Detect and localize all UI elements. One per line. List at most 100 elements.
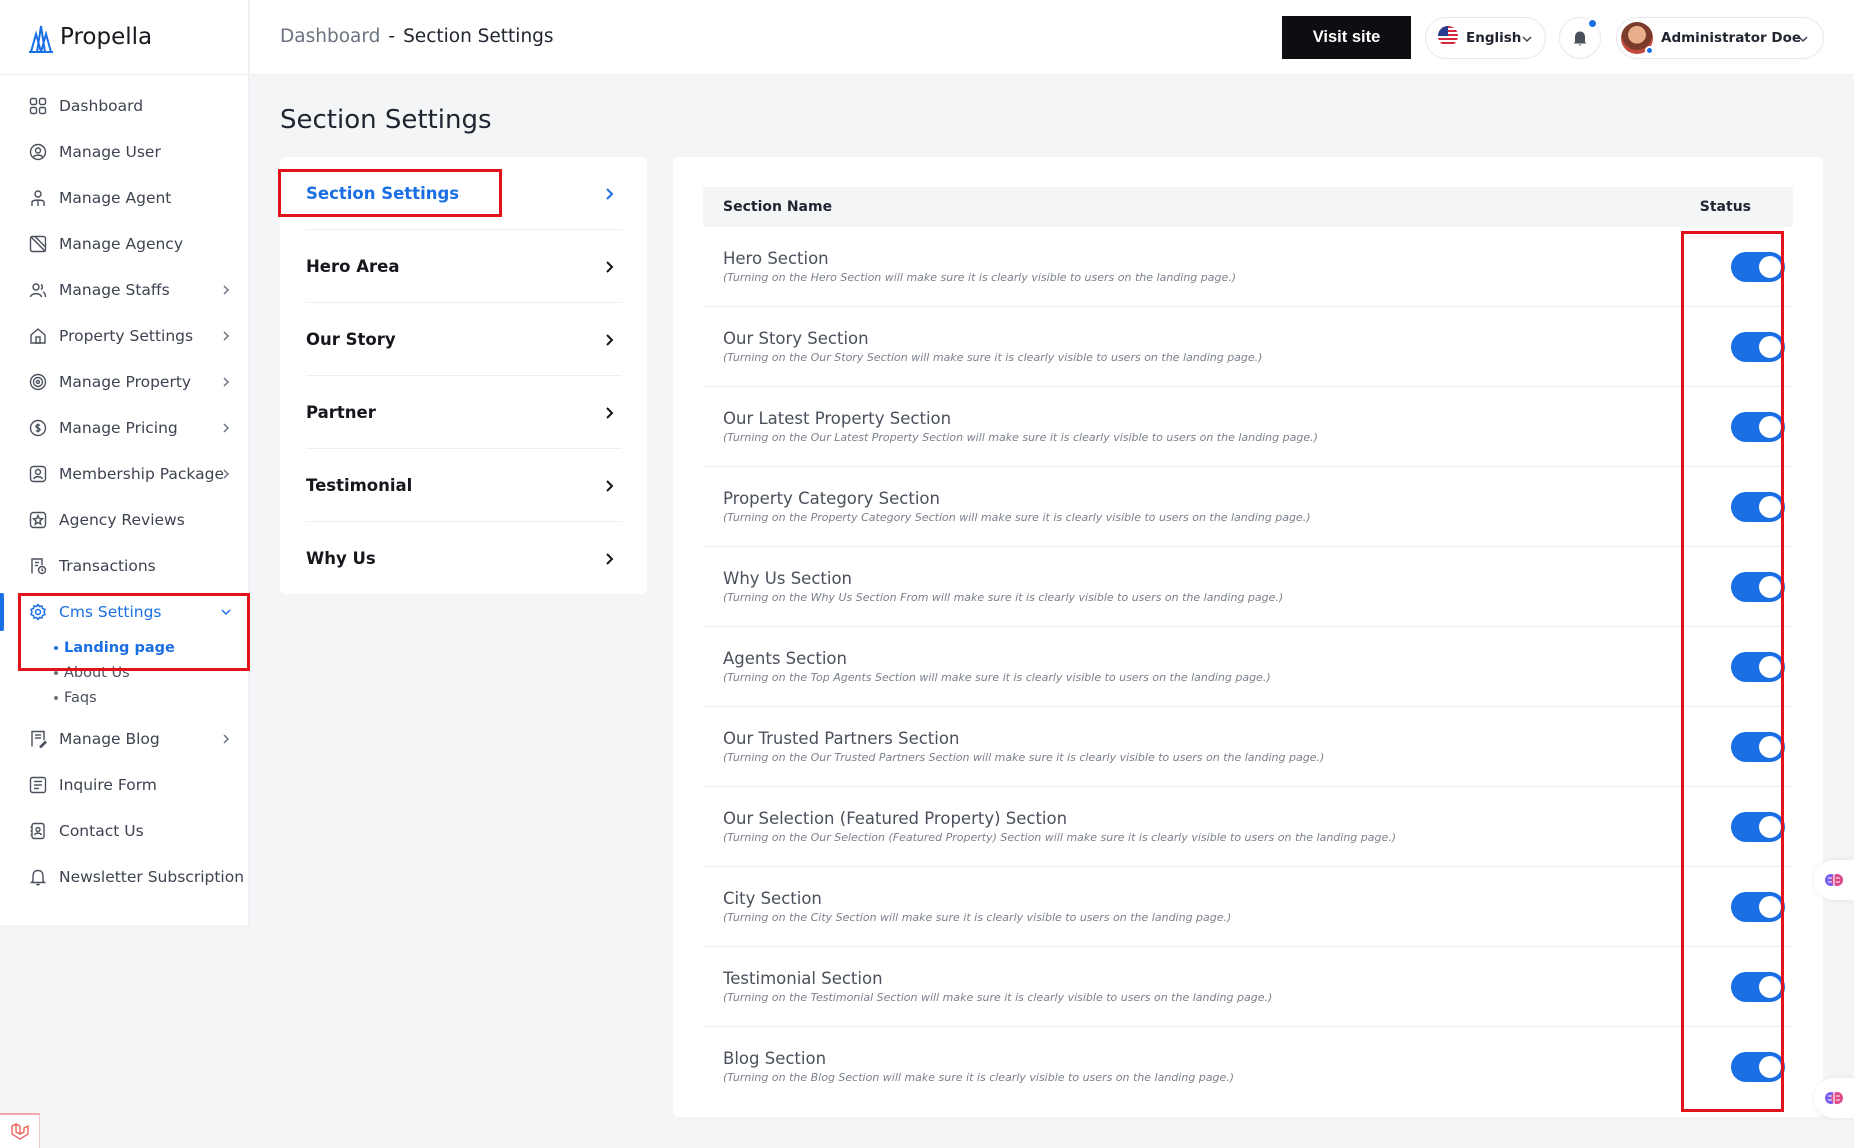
agent-icon <box>28 188 48 208</box>
sidebar-item-inquire-form[interactable]: Inquire Form <box>0 762 248 808</box>
chevron-right-icon <box>223 469 230 479</box>
section-description: (Turning on the Property Category Sectio… <box>723 511 1311 524</box>
status-toggle[interactable] <box>1731 732 1785 762</box>
laravel-icon <box>10 1122 29 1140</box>
staff-icon <box>28 280 48 300</box>
table-row: Agents Section (Turning on the Top Agent… <box>703 627 1793 707</box>
sidebar-item-label: Contact Us <box>59 822 144 840</box>
page-title: Section Settings <box>280 105 492 135</box>
sidebar-item-transactions[interactable]: Transactions <box>0 543 248 589</box>
status-toggle[interactable] <box>1731 1052 1785 1082</box>
tab-testimonial[interactable]: Testimonial <box>306 449 622 522</box>
breadcrumb-root[interactable]: Dashboard <box>280 26 380 47</box>
bullet-icon <box>54 670 58 675</box>
tab-our-story[interactable]: Our Story <box>306 303 622 376</box>
section-description: (Turning on the City Section will make s… <box>723 911 1232 924</box>
status-toggle[interactable] <box>1731 892 1785 922</box>
status-toggle[interactable] <box>1731 492 1785 522</box>
section-description: (Turning on the Our Story Section will m… <box>723 351 1263 364</box>
property-icon <box>28 372 48 392</box>
ai-assistant-button-secondary[interactable] <box>1814 1078 1854 1118</box>
brand[interactable]: Propella <box>0 0 248 75</box>
sidebar-item-manage-agent[interactable]: Manage Agent <box>0 175 248 221</box>
status-toggle[interactable] <box>1731 812 1785 842</box>
sidebar-item-property-settings[interactable]: Property Settings <box>0 313 248 359</box>
sidebar-item-manage-pricing[interactable]: Manage Pricing <box>0 405 248 451</box>
table-row: Property Category Section (Turning on th… <box>703 467 1793 547</box>
submenu-item-faqs[interactable]: Faqs <box>54 685 248 710</box>
sidebar-item-label: Inquire Form <box>59 776 157 794</box>
section-description: (Turning on the Blog Section will make s… <box>723 1071 1235 1084</box>
brand-name: Propella <box>60 24 153 50</box>
receipt-icon <box>28 556 48 576</box>
chevron-right-icon <box>606 480 614 492</box>
section-name: Our Selection (Featured Property) Sectio… <box>723 809 1068 828</box>
sidebar-item-manage-user[interactable]: Manage User <box>0 129 248 175</box>
form-icon <box>28 775 48 795</box>
language-selector[interactable]: English <box>1425 17 1546 59</box>
sidebar-item-manage-agency[interactable]: Manage Agency <box>0 221 248 267</box>
avatar <box>1621 22 1654 55</box>
section-name: Property Category Section <box>723 489 940 508</box>
tab-partner[interactable]: Partner <box>306 376 622 449</box>
chevron-right-icon <box>606 261 614 273</box>
star-icon <box>28 510 48 530</box>
sidebar-item-label: Manage Property <box>59 373 192 391</box>
sidebar-item-manage-staffs[interactable]: Manage Staffs <box>0 267 248 313</box>
section-description: (Turning on the Our Selection (Featured … <box>723 831 1397 844</box>
sidebar-item-dashboard[interactable]: Dashboard <box>0 83 248 129</box>
sidebar-item-cms-settings[interactable]: Cms Settings <box>0 589 248 635</box>
visit-site-button[interactable]: Visit site <box>1282 16 1411 59</box>
chevron-down-icon <box>1798 36 1808 43</box>
status-toggle[interactable] <box>1731 252 1785 282</box>
sidebar-item-agency-reviews[interactable]: Agency Reviews <box>0 497 248 543</box>
section-name: Blog Section <box>723 1049 827 1068</box>
table-row: Our Story Section (Turning on the Our St… <box>703 307 1793 387</box>
chevron-right-icon <box>223 377 230 387</box>
sidebar-item-label: Manage Agent <box>59 189 172 207</box>
chevron-right-icon <box>606 334 614 346</box>
section-description: (Turning on the Top Agents Section will … <box>723 671 1271 684</box>
section-name: Hero Section <box>723 249 829 268</box>
sidebar-item-contact-us[interactable]: Contact Us <box>0 808 248 854</box>
sidebar-item-label: Transactions <box>59 557 156 575</box>
sidebar-nav: Dashboard Manage User Manage Agent Manag… <box>0 75 248 900</box>
tab-section-settings[interactable]: Section Settings <box>306 157 622 230</box>
membership-icon <box>28 464 48 484</box>
status-toggle[interactable] <box>1731 332 1785 362</box>
breadcrumb: Dashboard - Section Settings <box>280 26 554 47</box>
section-description: (Turning on the Testimonial Section will… <box>723 991 1273 1004</box>
notification-badge <box>1587 18 1598 29</box>
debug-toolbar-toggle[interactable] <box>0 1113 40 1148</box>
sidebar-item-label: Newsletter Subscription <box>59 868 245 886</box>
bell-icon <box>1573 31 1587 46</box>
agency-icon <box>28 234 48 254</box>
table-row: Our Trusted Partners Section (Turning on… <box>703 707 1793 787</box>
brain-icon <box>1825 874 1843 886</box>
section-name: Our Trusted Partners Section <box>723 729 960 748</box>
status-toggle[interactable] <box>1731 412 1785 442</box>
tab-label: Section Settings <box>306 183 460 203</box>
submenu-item-about-us[interactable]: About Us <box>54 660 248 685</box>
sidebar-item-membership-package[interactable]: Membership Package <box>0 451 248 497</box>
sidebar-item-manage-blog[interactable]: Manage Blog <box>0 716 248 762</box>
section-description: (Turning on the Hero Section will make s… <box>723 271 1237 284</box>
gear-icon <box>28 602 48 622</box>
submenu-item-landing-page[interactable]: Landing page <box>54 635 248 660</box>
settings-tabs-card: Section Settings Hero Area Our Story Par… <box>280 157 647 594</box>
chevron-right-icon <box>223 423 230 433</box>
blog-icon <box>28 729 48 749</box>
sidebar: Propella Dashboard Manage User Manage Ag… <box>0 0 249 925</box>
status-toggle[interactable] <box>1731 652 1785 682</box>
status-toggle[interactable] <box>1731 572 1785 602</box>
ai-assistant-button[interactable] <box>1814 860 1854 900</box>
chevron-down-icon <box>221 609 231 616</box>
tab-hero-area[interactable]: Hero Area <box>306 230 622 303</box>
sidebar-item-newsletter-subscription[interactable]: Newsletter Subscription <box>0 854 248 900</box>
user-menu[interactable]: Administrator Doe <box>1616 17 1824 59</box>
tab-why-us[interactable]: Why Us <box>306 522 622 595</box>
sidebar-item-manage-property[interactable]: Manage Property <box>0 359 248 405</box>
contact-icon <box>28 821 48 841</box>
status-toggle[interactable] <box>1731 972 1785 1002</box>
notifications-button[interactable] <box>1559 17 1601 59</box>
